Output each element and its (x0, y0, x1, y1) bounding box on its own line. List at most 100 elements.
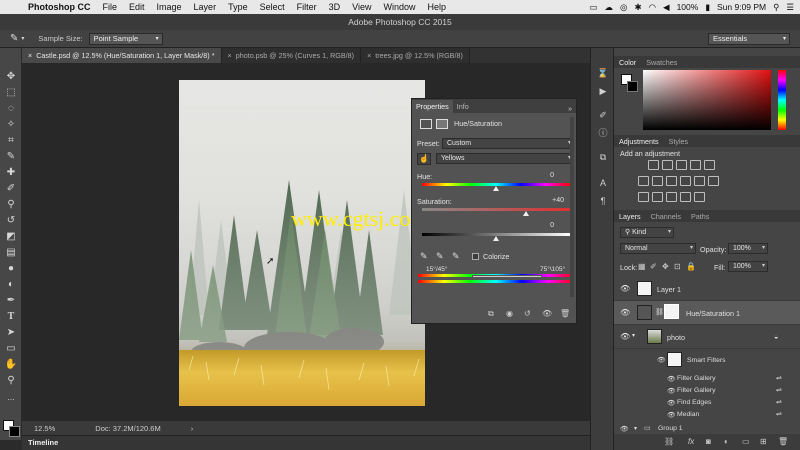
reset-icon[interactable]: ↺ (524, 309, 531, 318)
layer-name[interactable]: photo (667, 333, 685, 342)
filter-row[interactable]: 👁 Find Edges ⇌ (614, 397, 800, 409)
timeline-tab[interactable]: Timeline (28, 438, 58, 447)
filter-blending-icon[interactable]: ⇌ (776, 374, 782, 382)
black-white-icon[interactable] (666, 176, 677, 186)
fx-icon[interactable]: fx (688, 437, 694, 446)
curves-icon[interactable] (676, 160, 687, 170)
menu-image[interactable]: Image (151, 2, 188, 12)
menu-help[interactable]: Help (421, 2, 452, 12)
move-tool-icon[interactable]: ✥ (3, 70, 19, 84)
smart-filters-row[interactable]: 👁 Smart Filters (614, 350, 800, 370)
lasso-tool-icon[interactable]: ◌ (3, 102, 19, 116)
exposure-icon[interactable] (690, 160, 701, 170)
hue-slider-handle[interactable] (493, 186, 499, 191)
layer-row-selected[interactable]: 👁 ⛓ Hue/Saturation 1 (614, 301, 800, 325)
type-tool-icon[interactable]: T (3, 310, 19, 324)
layer-name[interactable]: Layer 1 (657, 285, 681, 294)
bluetooth-icon[interactable]: ✱ (634, 2, 641, 13)
tab-info[interactable]: Info (453, 100, 473, 113)
layer-mask-thumbnail[interactable] (664, 304, 679, 319)
levels-icon[interactable] (662, 160, 673, 170)
visibility-eye-icon[interactable]: 👁 (620, 308, 630, 317)
path-selection-tool-icon[interactable]: ➤ (3, 326, 19, 340)
brightness-contrast-icon[interactable] (648, 160, 659, 170)
close-icon[interactable]: × (28, 51, 32, 60)
add-mask-icon[interactable]: ◙ (706, 437, 711, 446)
sync-icon[interactable]: ◎ (620, 2, 627, 13)
battery-icon[interactable]: ▮ (705, 2, 710, 13)
tab-properties[interactable]: Properties (412, 100, 453, 113)
wifi-icon[interactable]: ◠ (649, 2, 656, 13)
brush-settings-icon[interactable]: ✐ (596, 108, 610, 122)
tab-trees[interactable]: × trees.jpg @ 12.5% (RGB/8) (361, 48, 470, 63)
clip-to-layer-icon[interactable]: ⧉ (488, 309, 494, 319)
visibility-eye-icon[interactable]: 👁 (620, 332, 630, 341)
lock-transparent-icon[interactable]: ▦ (638, 262, 646, 271)
more-tools-icon[interactable]: ⋯ (3, 394, 19, 408)
lightness-value[interactable]: 0 (524, 222, 554, 229)
bg-color-swatch[interactable] (627, 81, 638, 92)
invert-icon[interactable] (638, 192, 649, 202)
filter-row[interactable]: 👁 Filter Gallery ⇌ (614, 385, 800, 397)
menu-edit[interactable]: Edit (123, 2, 151, 12)
targeted-adjust-icon[interactable]: ☝ (417, 153, 431, 165)
hue-saturation-icon[interactable] (638, 176, 649, 186)
clone-stamp-tool-icon[interactable]: ⚲ (3, 198, 19, 212)
saturation-slider-handle[interactable] (522, 211, 529, 216)
camera-icon[interactable]: ▭ (590, 2, 598, 13)
color-balance-icon[interactable] (652, 176, 663, 186)
delete-layer-icon[interactable]: 🗑 (778, 437, 788, 446)
eyedropper-plus-icon[interactable]: ✎ (436, 251, 444, 262)
visibility-eye-icon[interactable]: 👁 (667, 375, 676, 383)
visibility-eye-icon[interactable]: 👁 (667, 387, 676, 395)
tab-layers[interactable]: Layers (614, 212, 646, 221)
lock-all-icon[interactable]: 🔒 (686, 262, 696, 271)
layer-row[interactable]: 👁 ▾ photo ◒ (614, 325, 800, 349)
cloud-icon[interactable]: ☁ (605, 2, 614, 13)
mask-icon[interactable] (436, 119, 448, 129)
spotlight-icon[interactable]: ⚲ (773, 2, 779, 13)
panel-scrollbar[interactable] (570, 117, 574, 297)
pen-tool-icon[interactable]: ✒ (3, 294, 19, 308)
clock[interactable]: Sun 9:09 PM (717, 2, 766, 12)
new-group-icon[interactable]: ▭ (742, 437, 750, 446)
tab-paths[interactable]: Paths (686, 212, 714, 221)
menu-app-name[interactable]: Photoshop CC (22, 2, 97, 12)
visibility-eye-icon[interactable]: 👁 (667, 411, 676, 419)
menu-filter[interactable]: Filter (291, 2, 323, 12)
notifications-icon[interactable]: ☰ (786, 2, 794, 13)
saturation-value[interactable]: +40 (534, 197, 564, 204)
hue-value[interactable]: 0 (524, 172, 554, 179)
eyedropper-icon[interactable]: ✎ (420, 251, 428, 262)
color-lookup-icon[interactable] (708, 176, 719, 186)
chevron-down-icon[interactable]: ▾ (634, 425, 637, 432)
actions-icon[interactable]: ▶ (596, 84, 610, 98)
group-name[interactable]: Group 1 (658, 425, 683, 432)
info-icon[interactable]: ⓘ (596, 126, 610, 140)
eyedropper-tool-icon[interactable]: ✎ (3, 150, 19, 164)
hue-bar[interactable] (778, 70, 786, 130)
magic-wand-tool-icon[interactable]: ✧ (3, 118, 19, 132)
tab-adjustments[interactable]: Adjustments (614, 137, 664, 146)
filter-row[interactable]: 👁 Median ⇌ (614, 409, 800, 421)
character-icon[interactable]: A (596, 176, 610, 190)
layer-row[interactable]: 👁 Layer 1 (614, 277, 800, 301)
workspace-select[interactable]: Essentials ▾ (708, 33, 790, 45)
eyedropper-tool-icon[interactable]: ✎ (10, 33, 18, 44)
threshold-icon[interactable] (666, 192, 677, 202)
status-menu-arrow-icon[interactable]: › (191, 424, 194, 433)
layer-name[interactable]: Hue/Saturation 1 (686, 309, 740, 318)
visibility-eye-icon[interactable]: 👁 (620, 425, 629, 433)
close-icon[interactable]: × (367, 51, 371, 60)
menu-view[interactable]: View (346, 2, 377, 12)
menu-3d[interactable]: 3D (323, 2, 347, 12)
zoom-level[interactable]: 12.5% (34, 424, 55, 433)
lock-pixels-icon[interactable]: ✐ (650, 262, 657, 271)
smart-filter-options-icon[interactable]: ◒ (774, 332, 778, 341)
tab-channels[interactable]: Channels (646, 212, 686, 221)
visibility-eye-icon[interactable]: 👁 (657, 356, 666, 364)
shape-tool-icon[interactable]: ▭ (3, 342, 19, 356)
menu-file[interactable]: File (97, 2, 124, 12)
channel-select[interactable]: Yellows ▾ (436, 153, 574, 164)
eraser-tool-icon[interactable]: ◩ (3, 230, 19, 244)
